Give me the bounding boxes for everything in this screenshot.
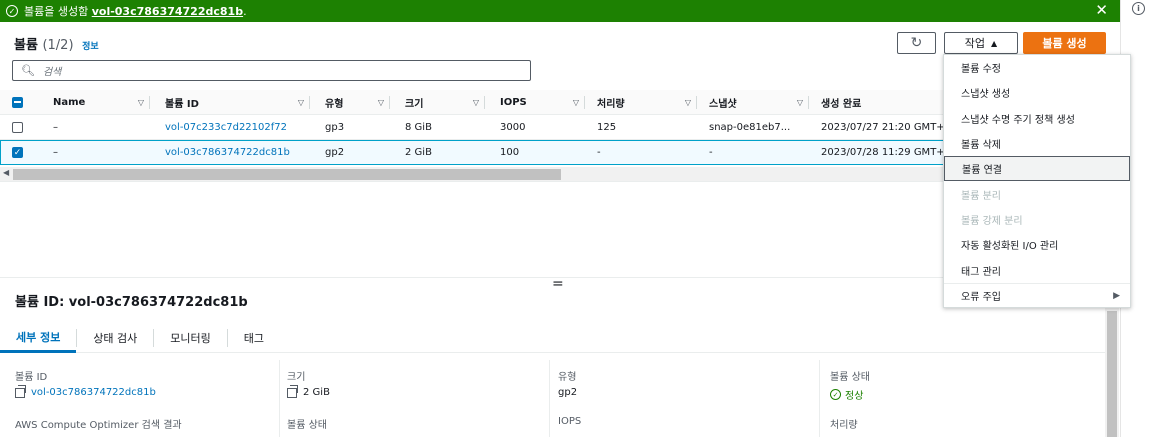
- menu-item-force-detach-volume: 볼륨 강제 분리: [961, 215, 1023, 227]
- close-icon[interactable]: ✕: [1095, 1, 1108, 19]
- field-volume-state-2: 볼륨 상태: [287, 420, 327, 431]
- table-header: Name ▽ 볼륨 ID ▽ 유형 ▽ 크기 ▽ IOPS ▽ 처리량 ▽ 스냅샷 ▽ 생성 …: [0, 90, 945, 115]
- field-iops: IOPS: [558, 416, 582, 427]
- info-icon[interactable]: i: [1132, 2, 1145, 15]
- vertical-scrollbar[interactable]: [1105, 307, 1119, 437]
- search-input[interactable]: 🔍︎ 검색: [12, 60, 531, 81]
- caret-up-icon: ▲: [991, 38, 998, 48]
- menu-item-create-lifecycle-policy[interactable]: 스냅샷 수명 주기 정책 생성: [944, 106, 1130, 131]
- details-tabs: 세부 정보 상태 검사 모니터링 태그: [0, 323, 1105, 353]
- col-throughput[interactable]: 처리량 ▽: [585, 90, 697, 114]
- menu-item-create-snapshot[interactable]: 스냅샷 생성: [944, 80, 1130, 105]
- col-volume-id[interactable]: 볼륨 ID ▽: [150, 90, 310, 114]
- row-checkbox[interactable]: [12, 121, 23, 133]
- sort-icon: ▽: [297, 97, 304, 107]
- details-title: 볼륨 ID: vol-03c786374722dc81b: [15, 295, 248, 310]
- create-volume-button[interactable]: 볼륨 생성: [1023, 32, 1106, 54]
- actions-menu: 볼륨 수정 스냅샷 생성 스냅샷 수명 주기 정책 생성 볼륨 삭제 볼륨 연결…: [943, 54, 1131, 308]
- chevron-right-icon: ▶: [1113, 290, 1120, 301]
- success-banner: ✓ 볼륨을 생성함 vol-03c786374722dc81b. ✕: [0, 0, 1120, 22]
- field-volume-id: 볼륨 ID vol-03c786374722dc81b: [15, 372, 156, 398]
- col-type[interactable]: 유형 ▽: [310, 90, 390, 114]
- col-size[interactable]: 크기 ▽: [390, 90, 485, 114]
- tab-status-checks[interactable]: 상태 검사: [77, 323, 153, 353]
- field-optimizer: AWS Compute Optimizer 검색 결과: [15, 420, 182, 431]
- detail-volume-id-link[interactable]: vol-03c786374722dc81b: [31, 387, 156, 398]
- volume-id-link[interactable]: vol-03c786374722dc81b: [165, 141, 290, 164]
- banner-volume-link[interactable]: vol-03c786374722dc81b: [92, 5, 243, 18]
- menu-item-manage-auto-enabled-io[interactable]: 자동 활성화된 I/O 관리: [944, 232, 1130, 257]
- menu-item-manage-tags[interactable]: 태그 관리: [944, 257, 1130, 282]
- refresh-icon: ↻: [910, 35, 923, 51]
- field-volume-state: 볼륨 상태 ✓ 정상: [830, 372, 870, 402]
- select-all-checkbox[interactable]: [12, 96, 23, 108]
- search-icon: 🔍︎: [21, 64, 35, 77]
- menu-item-attach-volume[interactable]: 볼륨 연결: [944, 156, 1130, 182]
- tab-tags[interactable]: 태그: [228, 323, 280, 353]
- menu-item-delete-volume[interactable]: 볼륨 삭제: [944, 131, 1130, 156]
- copy-icon[interactable]: [287, 384, 298, 398]
- menu-item-detach-volume: 볼륨 분리: [961, 190, 1001, 202]
- scrollbar-thumb[interactable]: [1107, 311, 1117, 437]
- status-ok-icon: ✓: [830, 389, 841, 400]
- sort-icon: ▽: [572, 97, 579, 107]
- col-created[interactable]: 생성 완료: [809, 90, 945, 114]
- volume-id-link[interactable]: vol-07c233c7d22102f72: [165, 115, 287, 139]
- check-circle-icon: ✓: [6, 5, 18, 17]
- row-checkbox[interactable]: ✓: [12, 147, 23, 158]
- tab-monitoring[interactable]: 모니터링: [154, 323, 226, 353]
- table-row[interactable]: – vol-07c233c7d22102f72 gp3 8 GiB 3000 1…: [0, 115, 945, 140]
- scrollbar-thumb[interactable]: [13, 169, 561, 180]
- menu-item-fault-injection[interactable]: 오류 주입 ▶: [944, 282, 1130, 308]
- resize-handle-icon[interactable]: =: [552, 276, 564, 292]
- table-row-selected[interactable]: ✓ – vol-03c786374722dc81b gp2 2 GiB 100 …: [0, 140, 945, 165]
- sort-icon: ▽: [796, 97, 803, 107]
- field-size: 크기 2 GiB: [287, 372, 330, 398]
- tab-details[interactable]: 세부 정보: [0, 323, 77, 353]
- refresh-button[interactable]: ↻: [897, 32, 936, 54]
- sort-icon: ▽: [377, 97, 384, 107]
- field-type: 유형 gp2: [558, 372, 578, 398]
- field-throughput: 처리량: [830, 420, 858, 431]
- sort-icon: ▽: [472, 97, 479, 107]
- actions-button[interactable]: 작업 ▲: [944, 32, 1018, 54]
- selection-count: (1/2): [42, 38, 74, 53]
- volumes-table: Name ▽ 볼륨 ID ▽ 유형 ▽ 크기 ▽ IOPS ▽ 처리량 ▽ 스냅샷 ▽ 생성 …: [0, 90, 945, 165]
- col-name[interactable]: Name ▽: [40, 90, 150, 114]
- scroll-left-icon[interactable]: ◀: [3, 168, 9, 177]
- copy-icon[interactable]: [15, 384, 26, 398]
- page-title: 볼륨 (1/2) 정보: [14, 38, 99, 53]
- sort-icon: ▽: [137, 97, 144, 107]
- info-link[interactable]: 정보: [82, 42, 99, 52]
- col-snapshot[interactable]: 스냅샷 ▽: [697, 90, 809, 114]
- menu-item-modify-volume[interactable]: 볼륨 수정: [944, 55, 1130, 80]
- banner-message: 볼륨을 생성함 vol-03c786374722dc81b.: [24, 5, 247, 18]
- sort-icon: ▽: [684, 97, 691, 107]
- col-iops[interactable]: IOPS ▽: [485, 90, 585, 114]
